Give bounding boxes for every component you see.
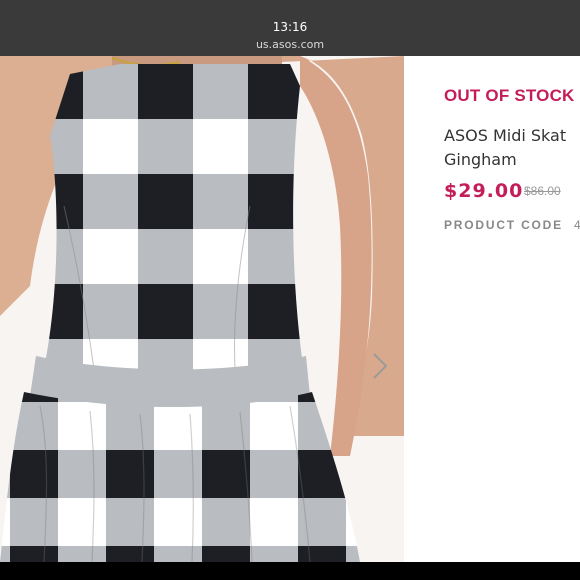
product-name-line2: Gingham bbox=[444, 150, 517, 169]
browser-status-bar: 13:16 us.asos.com bbox=[0, 0, 580, 56]
stock-status: OUT OF STOCK bbox=[444, 86, 575, 105]
chevron-right-icon[interactable] bbox=[364, 346, 398, 386]
was-price: $86.00 bbox=[524, 184, 561, 198]
clock-time: 13:16 bbox=[272, 20, 308, 34]
model-photo: love bbox=[0, 56, 404, 562]
bottom-bar bbox=[0, 562, 580, 580]
product-code-value: 4 bbox=[574, 218, 580, 232]
product-name-line1: ASOS Midi Skat bbox=[444, 126, 567, 145]
product-page: love OUT OF STOCK ASOS Midi Skat Gingham… bbox=[0, 56, 580, 562]
address-bar-url[interactable]: us.asos.com bbox=[0, 38, 580, 51]
product-code-label: PRODUCT CODE bbox=[444, 218, 563, 232]
product-details: OUT OF STOCK ASOS Midi Skat Gingham $29.… bbox=[404, 56, 580, 562]
product-name: ASOS Midi Skat Gingham bbox=[444, 124, 580, 172]
product-image[interactable]: love bbox=[0, 56, 404, 562]
current-price: $29.00 bbox=[444, 180, 524, 202]
